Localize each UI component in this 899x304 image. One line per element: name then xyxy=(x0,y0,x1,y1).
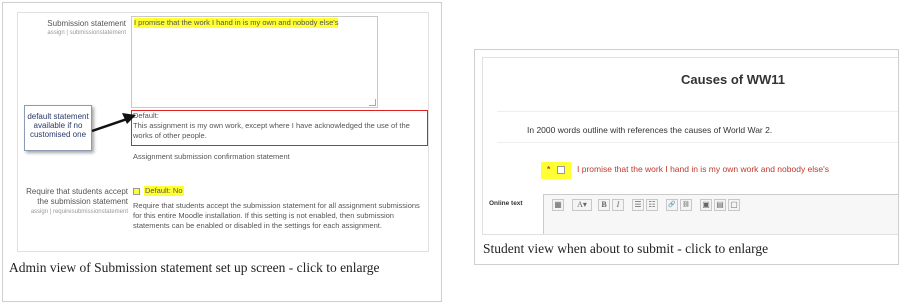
toolbar-unlink-icon[interactable]: ⛓ xyxy=(680,199,692,211)
toolbar-image-icon[interactable]: ▣ xyxy=(700,199,712,211)
callout-text: default statement available if no custom… xyxy=(27,112,89,139)
toolbar-file-icon[interactable]: ▢ xyxy=(728,199,740,211)
toolbar-italic-icon[interactable]: I xyxy=(612,199,624,211)
statement-text: I promise that the work I hand in is my … xyxy=(134,18,339,28)
toolbar-link-icon[interactable]: 🔗 xyxy=(666,199,678,211)
toolbar-unordered-list-icon[interactable]: ☰ xyxy=(632,199,644,211)
require-label: Require that students accept the submiss… xyxy=(26,187,128,206)
require-description: Require that students accept the submiss… xyxy=(133,201,420,230)
student-view-thumbnail[interactable]: Causes of WW11 In 2000 words outline wit… xyxy=(474,49,899,265)
admin-screenshot[interactable]: Submission statement assign | submission… xyxy=(17,12,429,252)
student-caption: Student view when about to submit - clic… xyxy=(483,241,769,256)
assignment-title: Causes of WW11 xyxy=(680,72,786,87)
submission-statement-path: assign | submissionstatement xyxy=(47,30,126,36)
toolbar-media-icon[interactable]: ▤ xyxy=(714,199,726,211)
online-text-label: Online text xyxy=(489,200,523,207)
editor-toolbar: ▦ A▾ B I ☰ ☷ 🔗 ⛓ ▣ ▤ ▢ xyxy=(543,194,898,234)
submission-statement-textarea[interactable]: I promise that the work I hand in is my … xyxy=(131,16,378,108)
statement-highlight xyxy=(541,162,571,179)
confirmation-label: Assignment submission confirmation state… xyxy=(133,152,290,161)
default-text: This assignment is my own work, except w… xyxy=(133,121,410,140)
toolbar-style-icon[interactable]: A▾ xyxy=(572,199,592,211)
admin-caption: Admin view of Submission statement set u… xyxy=(9,260,380,275)
require-checkbox[interactable] xyxy=(133,188,140,195)
assignment-instructions: In 2000 words outline with references th… xyxy=(527,125,773,135)
required-marker: * xyxy=(547,164,551,174)
admin-view-thumbnail[interactable]: Submission statement assign | submission… xyxy=(2,2,442,302)
callout-arrow xyxy=(91,113,136,133)
resize-handle[interactable] xyxy=(369,99,376,106)
accept-statement-text: I promise that the work I hand in is my … xyxy=(577,164,830,174)
toolbar-bold-icon[interactable]: B xyxy=(598,199,610,211)
accept-statement-checkbox[interactable] xyxy=(557,166,565,174)
student-screenshot[interactable]: Causes of WW11 In 2000 words outline wit… xyxy=(482,57,898,235)
toolbar-ordered-list-icon[interactable]: ☷ xyxy=(646,199,658,211)
require-path: assign | requiresubmissionstatement xyxy=(30,209,128,215)
require-default: Default: No xyxy=(144,186,184,196)
toolbar-collapse-icon[interactable]: ▦ xyxy=(552,199,564,211)
submission-statement-label: Submission statement xyxy=(47,19,126,28)
callout-note: default statement available if no custom… xyxy=(24,105,92,151)
